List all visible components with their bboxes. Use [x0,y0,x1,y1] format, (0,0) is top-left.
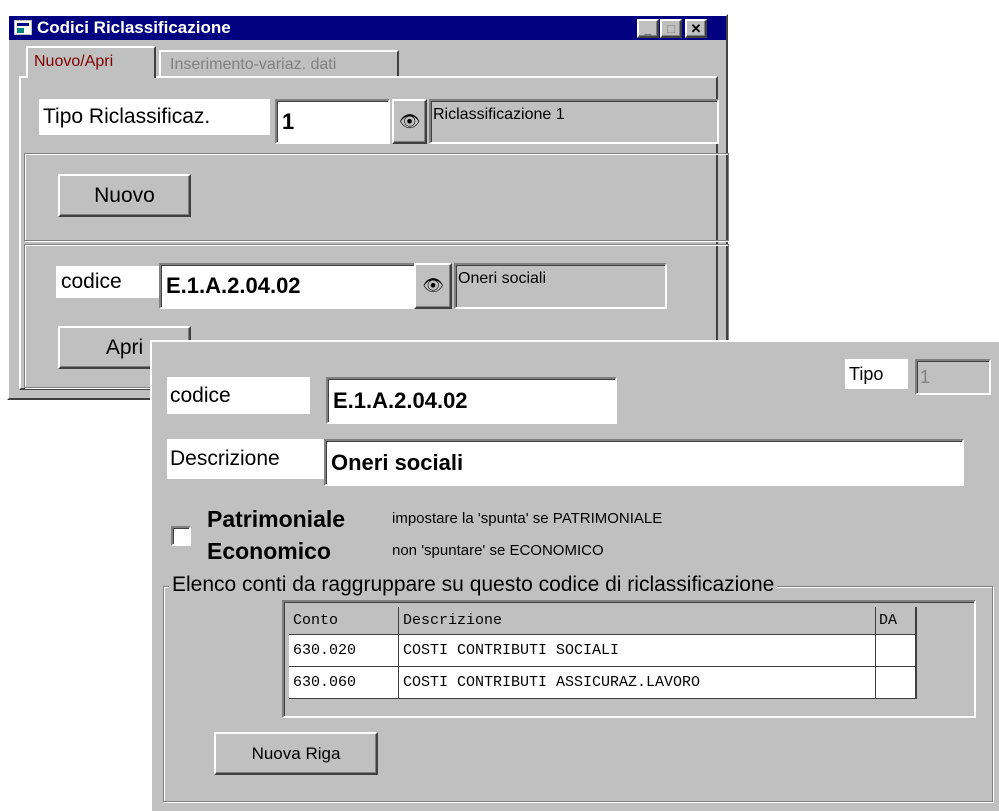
column-header-da[interactable]: DA [876,607,916,635]
window-dettaglio-codice: Tipo 1 codice E.1.A.2.04.02 Descrizione … [150,340,999,811]
patrimoniale-hint: impostare la 'spunta' se PATRIMONIALE [392,509,663,527]
tipo-descrizione-display: Riclassificazione 1 [429,99,719,144]
tab-inserimento-variaz-dati[interactable]: Inserimento-variaz. dati [159,50,399,78]
conti-table[interactable]: Conto Descrizione DA 630.020 COSTI CONTR… [282,600,976,718]
codice-input[interactable]: E.1.A.2.04.02 [159,263,416,309]
maximize-icon: □ [667,21,675,36]
binoculars-icon: 👁︎ [422,276,444,295]
codice-label: codice [167,377,310,414]
tab-nuovo-apri[interactable]: Nuovo/Apri [26,46,156,78]
tipo-riclassificaz-label: Tipo Riclassificaz. [39,99,270,135]
tab-label: Inserimento-variaz. dati [170,56,337,73]
cell-da[interactable] [876,667,916,699]
patrimoniale-label: Patrimoniale [207,505,346,532]
search-codice-button[interactable]: 👁︎ [414,263,452,309]
nuova-riga-button-label: Nuova Riga [251,743,341,763]
cell-descrizione[interactable]: COSTI CONTRIBUTI SOCIALI [399,635,876,667]
descrizione-label: Descrizione [167,439,325,479]
tab-label: Nuovo/Apri [34,53,114,70]
maximize-button[interactable]: □ [660,19,682,38]
app-window-icon [14,20,32,35]
nuovo-button-label: Nuovo [94,183,155,207]
apri-button-label: Apri [105,335,144,359]
table-row[interactable]: 630.020 COSTI CONTRIBUTI SOCIALI [289,635,917,667]
binoculars-icon: 👁︎ [398,111,421,131]
nuova-riga-button[interactable]: Nuova Riga [214,732,378,775]
window-title: Codici Riclassificazione [37,18,231,37]
tipo-riclassificaz-input[interactable]: 1 [275,99,390,144]
economico-label: Economico [207,537,331,564]
close-button[interactable]: ✕ [685,19,707,38]
cell-conto[interactable]: 630.060 [289,667,399,699]
cell-descrizione[interactable]: COSTI CONTRIBUTI ASSICURAZ.LAVORO [399,667,876,699]
table-header: Conto Descrizione DA [289,607,922,635]
patrimoniale-checkbox[interactable] [171,526,191,546]
codice-label: codice [56,266,159,298]
tipo-label: Tipo [845,359,908,389]
column-header-conto[interactable]: Conto [289,607,399,635]
nuovo-button[interactable]: Nuovo [58,174,191,217]
codice-input[interactable]: E.1.A.2.04.02 [326,377,617,424]
title-bar[interactable]: Codici Riclassificazione _ □ ✕ [9,16,726,40]
cell-conto[interactable]: 630.020 [289,635,399,667]
cell-da[interactable] [876,635,916,667]
elenco-conti-group-title: Elenco conti da raggruppare su questo co… [169,571,778,599]
search-tipo-button[interactable]: 👁︎ [392,99,427,144]
close-icon: ✕ [690,20,702,36]
codice-descrizione-display: Oneri sociali [454,263,667,309]
minimize-button[interactable]: _ [637,19,659,38]
table-empty-column [916,607,968,699]
column-header-descrizione[interactable]: Descrizione [399,607,876,635]
economico-hint: non 'spuntare' se ECONOMICO [392,541,604,559]
minimize-icon: _ [644,21,652,36]
table-row[interactable]: 630.060 COSTI CONTRIBUTI ASSICURAZ.LAVOR… [289,667,917,699]
tipo-display: 1 [915,359,991,395]
descrizione-input[interactable]: Oneri sociali [324,439,964,486]
